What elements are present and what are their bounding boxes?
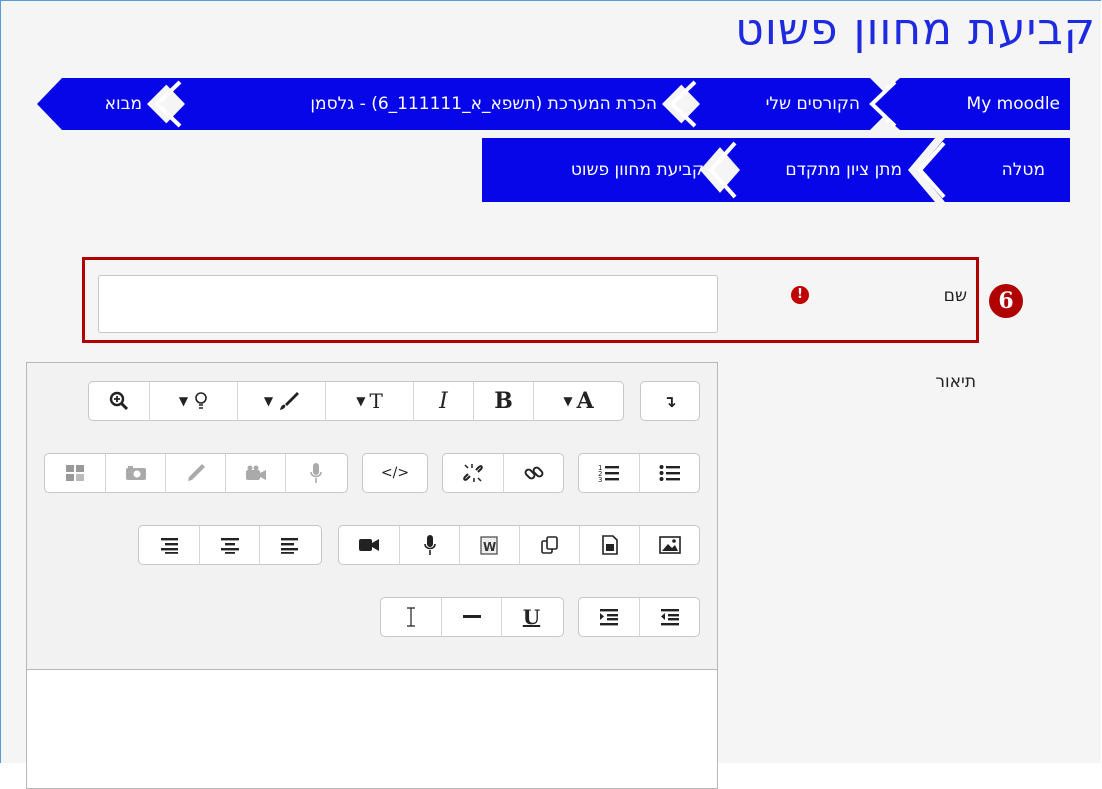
breadcrumb-item-assignment[interactable]: מטלה xyxy=(1002,144,1045,196)
align-center-button[interactable] xyxy=(199,526,259,564)
clear-format-button[interactable] xyxy=(381,598,441,636)
align-left-button[interactable] xyxy=(259,526,319,564)
required-icon: ! xyxy=(791,286,809,304)
align-left-icon xyxy=(280,538,298,554)
toolbar-group-toggle: ↴ xyxy=(640,381,700,421)
toolbar-group-lists: 123 xyxy=(578,453,700,493)
ordered-list-button[interactable]: 123 xyxy=(579,454,639,492)
drawing-button[interactable] xyxy=(165,454,225,492)
record-video-icon xyxy=(245,465,266,480)
zoom-button[interactable] xyxy=(89,382,149,420)
breadcrumb-item-advanced-grading[interactable]: מתן ציון מתקדם xyxy=(785,144,902,196)
link-icon xyxy=(524,466,543,480)
svg-text:W: W xyxy=(483,540,496,554)
dropdown-arrow-icon: ▼ xyxy=(263,394,274,408)
zoom-icon xyxy=(109,391,129,411)
media-icon xyxy=(601,535,618,555)
name-label: שם xyxy=(943,286,967,306)
toolbar-group-style: ▼ ▼ ▼ T I B ▼ A xyxy=(88,381,624,421)
breadcrumb-item-current[interactable]: קביעת מחוון פשוט xyxy=(571,144,704,196)
svg-text:3: 3 xyxy=(598,476,602,483)
underline-icon: U xyxy=(522,605,541,629)
clear-format-icon xyxy=(407,607,415,627)
unlink-icon xyxy=(463,464,483,482)
unordered-list-icon xyxy=(659,465,680,481)
html-source-button[interactable]: </> xyxy=(363,454,427,492)
html-source-icon: </> xyxy=(380,465,410,481)
toolbar-group-source: </> xyxy=(362,453,428,493)
dropdown-arrow-icon: ▼ xyxy=(563,394,573,408)
video-camera-icon xyxy=(359,539,379,551)
breadcrumb-item-my-moodle[interactable]: My moodle xyxy=(967,78,1060,130)
record-video-button[interactable] xyxy=(225,454,285,492)
underline-button[interactable]: U xyxy=(501,598,561,636)
name-input[interactable] xyxy=(98,275,718,333)
horizontal-rule-button[interactable] xyxy=(441,598,501,636)
toolbar-group-insert: W xyxy=(338,525,700,565)
image-icon xyxy=(658,536,681,554)
record-audio-icon xyxy=(309,463,322,483)
font-size-icon: T xyxy=(369,389,383,413)
description-label: תיאור xyxy=(935,372,976,392)
font-size-button[interactable]: ▼ T xyxy=(325,382,413,420)
link-button[interactable] xyxy=(503,454,563,492)
outdent-icon xyxy=(660,609,679,626)
record-audio-button[interactable] xyxy=(285,454,345,492)
dropdown-arrow-icon: ▼ xyxy=(178,394,189,408)
outdent-button[interactable] xyxy=(639,598,699,636)
bold-button[interactable]: B xyxy=(473,382,533,420)
toolbar-group-misc: U xyxy=(380,597,564,637)
breadcrumb-item-my-courses[interactable]: הקורסים שלי xyxy=(766,78,860,130)
accessibility-icon xyxy=(195,392,207,409)
font-color-button[interactable]: ▼ A xyxy=(533,382,623,420)
horizontal-rule-icon xyxy=(462,615,481,618)
table-icon xyxy=(66,465,84,481)
editor-content-area[interactable] xyxy=(26,669,718,789)
toolbar-toggle-icon: ↴ xyxy=(663,391,677,411)
accessibility-button[interactable]: ▼ xyxy=(149,382,237,420)
microphone-icon xyxy=(423,535,436,555)
background-color-button[interactable]: ▼ xyxy=(237,382,325,420)
font-color-icon: A xyxy=(576,388,594,414)
toolbar-group-indent xyxy=(578,597,700,637)
align-center-icon xyxy=(220,538,239,554)
unordered-list-button[interactable] xyxy=(639,454,699,492)
ordered-list-icon: 123 xyxy=(598,464,619,483)
video-camera-button[interactable] xyxy=(339,526,399,564)
indent-icon xyxy=(600,609,618,626)
toolbar-group-media-plugins xyxy=(44,453,348,493)
manage-files-icon xyxy=(540,536,558,554)
align-right-button[interactable] xyxy=(139,526,199,564)
manage-files-button[interactable] xyxy=(519,526,579,564)
breadcrumb-item-course[interactable]: הכרת המערכת (תשפא_א_111111_6) - גלסמן xyxy=(310,78,657,130)
unlink-button[interactable] xyxy=(443,454,503,492)
table-button[interactable] xyxy=(45,454,105,492)
indent-button[interactable] xyxy=(579,598,639,636)
align-right-icon xyxy=(161,538,178,554)
paste-word-icon: W xyxy=(479,536,498,555)
italic-icon: I xyxy=(439,388,448,414)
italic-button[interactable]: I xyxy=(413,382,473,420)
toolbar-toggle-button[interactable]: ↴ xyxy=(641,382,699,420)
background-color-icon xyxy=(280,392,300,410)
image-button[interactable] xyxy=(639,526,699,564)
dropdown-arrow-icon: ▼ xyxy=(356,394,366,408)
microphone-button[interactable] xyxy=(399,526,459,564)
step-number-badge: 6 xyxy=(989,284,1023,318)
media-button[interactable] xyxy=(579,526,639,564)
breadcrumb-item-intro[interactable]: מבוא xyxy=(105,78,142,130)
screenshot-button[interactable] xyxy=(105,454,165,492)
drawing-icon xyxy=(187,464,205,481)
toolbar-group-align xyxy=(138,525,322,565)
screenshot-icon xyxy=(125,466,146,480)
bold-icon: B xyxy=(494,388,513,414)
paste-word-button[interactable]: W xyxy=(459,526,519,564)
toolbar-group-links xyxy=(442,453,564,493)
